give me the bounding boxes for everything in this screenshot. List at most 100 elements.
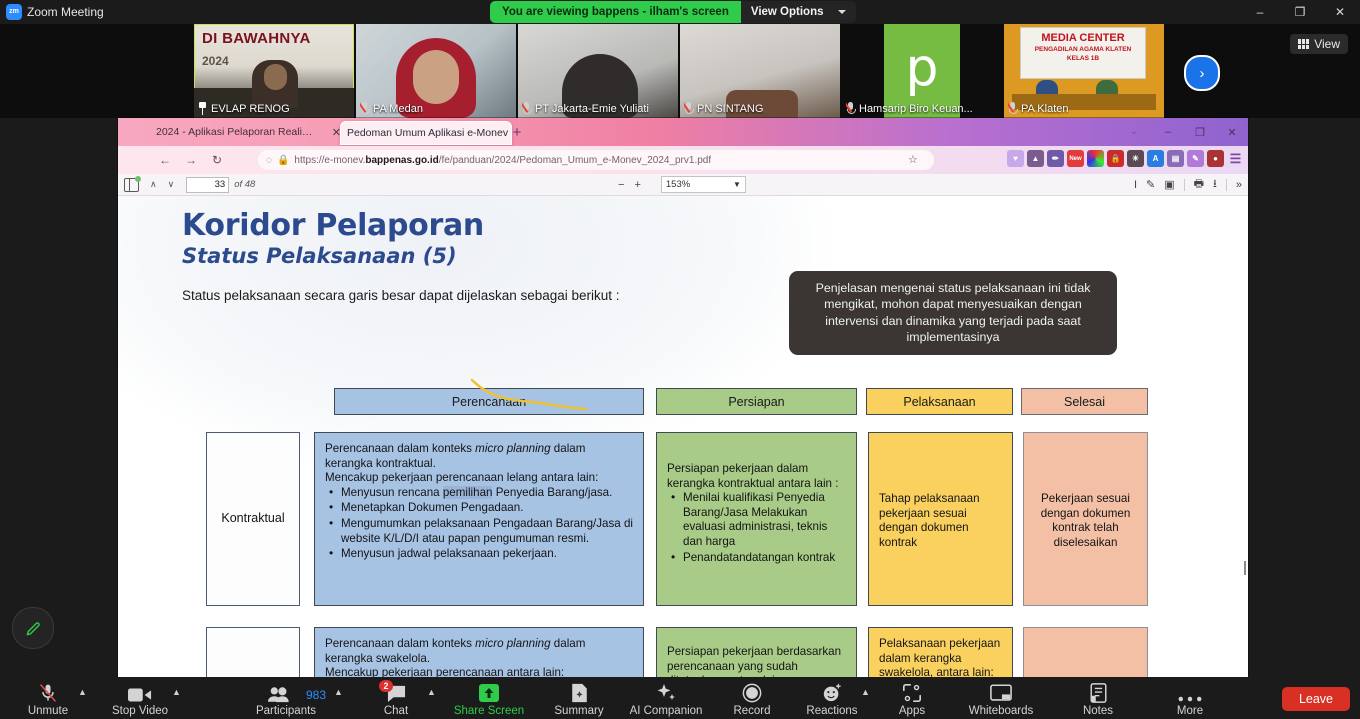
row-label-kontraktual: Kontraktual <box>206 432 300 606</box>
reload-icon[interactable]: ↻ <box>204 153 230 167</box>
annotate-pen-button[interactable] <box>12 607 54 649</box>
star-icon[interactable]: ☆ <box>908 153 918 166</box>
zoom-out-button[interactable]: − <box>618 179 624 191</box>
view-options-label: View Options <box>750 6 824 18</box>
page-total-label: of 48 <box>234 179 256 190</box>
chevron-up-icon[interactable]: ▲ <box>427 687 436 697</box>
back-icon[interactable]: ← <box>152 153 178 167</box>
dark-reader-icon[interactable]: ☀ <box>1127 150 1144 167</box>
zoom-maximize-button[interactable]: ❐ <box>1280 0 1320 24</box>
participant-name: PT Jakarta-Emie Yuliati <box>535 102 649 115</box>
ublock-icon[interactable]: ● <box>1207 150 1224 167</box>
page-number-input[interactable]: 33 <box>186 176 230 193</box>
cell-kontraktual-persiapan: Persiapan pekerjaan dalam kerangka kontr… <box>656 432 857 606</box>
sidebar-toggle-icon[interactable] <box>124 175 141 192</box>
toolbar-more-button[interactable]: More <box>1150 683 1230 717</box>
new-tab-button[interactable]: + <box>508 124 526 142</box>
save-icon[interactable]: ⭳ <box>1213 175 1217 194</box>
toolbar-notes-button[interactable]: Notes <box>1058 683 1138 717</box>
color-wheel-icon[interactable] <box>1087 150 1104 167</box>
browser-tab-active[interactable]: Pedoman Umum Aplikasi e-Monev ✕ <box>340 121 512 145</box>
video-tile[interactable]: PA Medan <box>356 24 516 118</box>
share-arrow-up-icon <box>478 683 500 703</box>
toolbar-label: Record <box>733 705 771 717</box>
video-camera-icon <box>128 683 152 703</box>
mic-muted-icon <box>360 102 370 115</box>
chevron-up-icon[interactable]: ▲ <box>78 687 87 697</box>
video-tile[interactable]: p Hamsarip Biro Keuan... <box>842 24 1002 118</box>
text-select-icon[interactable]: I <box>1134 179 1137 191</box>
video-tile[interactable]: PT Jakarta-Emie Yuliati <box>518 24 678 118</box>
pocket-icon[interactable]: ♥ <box>1007 150 1024 167</box>
browser-minimize-button[interactable]: – <box>1152 126 1184 138</box>
toolbar-apps-button[interactable]: Apps <box>872 683 952 717</box>
toolbar-share-screen-button[interactable]: Share Screen <box>449 683 529 717</box>
shield-icon[interactable]: ◌ <box>266 155 272 166</box>
cell-kontraktual-pelaksanaan: Tahap pelaksanaan pekerjaan sesuai denga… <box>868 432 1013 606</box>
cell-intro: Perencanaan dalam konteks micro planning… <box>325 637 586 665</box>
zoom-minimize-button[interactable]: – <box>1240 0 1280 24</box>
view-button-label: View <box>1314 37 1340 51</box>
zoom-close-button[interactable]: ✕ <box>1320 0 1360 24</box>
view-options-button[interactable]: View Options <box>740 1 856 23</box>
toolbar-reactions-button[interactable]: Reactions <box>792 683 872 717</box>
page-title: Koridor Pelaporan <box>182 208 484 243</box>
tab-title: 2024 - Aplikasi Pelaporan Reali… <box>156 126 313 138</box>
toolbar-participants-button[interactable]: 983 Participants <box>246 683 326 717</box>
next-page-icon[interactable]: ∨ <box>168 179 175 190</box>
address-bar[interactable]: ◌ 🔒 https://e-monev.bappenas.go.id/fe/pa… <box>258 150 934 170</box>
participant-name: PN SINTANG <box>697 102 764 115</box>
toolbar-label: More <box>1176 705 1204 717</box>
video-tile[interactable]: MEDIA CENTER PENGADILAN AGAMA KLATEN KEL… <box>1004 24 1164 118</box>
toolbar-whiteboards-button[interactable]: Whiteboards <box>961 683 1041 717</box>
record-circle-icon <box>742 683 762 703</box>
toolbar-stop-video-button[interactable]: Stop Video <box>100 683 180 717</box>
video-tile[interactable]: DI BAWAHNYA 2024 EVLAP RENOG <box>194 24 354 118</box>
browser-close-button[interactable]: ✕ <box>1216 126 1248 139</box>
crop-icon[interactable]: ▤ <box>1167 150 1184 167</box>
list-item: Mengumumkan pelaksanaan Pengadaan Barang… <box>329 516 633 546</box>
cell-swakelola-pelaksanaan: Pelaksanaan pekerjaan dalam kerangka swa… <box>868 627 1013 677</box>
next-page-arrow-icon[interactable]: › <box>1184 55 1220 91</box>
zoom-in-button[interactable]: + <box>634 179 640 191</box>
toolbar-label: Reactions <box>806 705 858 717</box>
translate-icon[interactable]: A <box>1147 150 1164 167</box>
bitwarden-icon[interactable]: 🔒 <box>1107 150 1124 167</box>
document-sparkle-icon <box>571 683 588 703</box>
toolbar-summary-button[interactable]: Summary <box>539 683 619 717</box>
chevron-down-icon[interactable]: ⌄ <box>1130 126 1138 137</box>
print-icon[interactable]: 🖶 <box>1194 175 1204 194</box>
participant-name: PA Medan <box>373 102 423 115</box>
previous-page-icon[interactable]: ∧ <box>150 179 157 190</box>
video-tile[interactable]: PN SINTANG <box>680 24 840 118</box>
chevron-up-icon[interactable]: ▲ <box>861 687 870 697</box>
grammar-icon[interactable]: ✎ <box>1187 150 1204 167</box>
image-icon[interactable]: ▣ <box>1164 178 1174 191</box>
shield-icon[interactable]: ▲ <box>1027 150 1044 167</box>
highlight-icon[interactable]: ✎ <box>1146 178 1155 191</box>
pen-icon <box>26 621 40 635</box>
eyedropper-icon[interactable]: ✏ <box>1047 150 1064 167</box>
more-tools-icon[interactable]: » <box>1236 179 1242 191</box>
chevron-up-icon[interactable]: ▲ <box>172 687 181 697</box>
toolbar-unmute-button[interactable]: Unmute <box>8 683 88 717</box>
news-icon[interactable]: New <box>1067 150 1084 167</box>
screen-share-banner: You are viewing bappens - ilham's screen… <box>490 1 856 23</box>
mic-muted-icon <box>846 102 856 115</box>
chevron-up-icon[interactable]: ▲ <box>334 687 343 697</box>
toolbar-chat-button[interactable]: 2 Chat <box>356 680 436 717</box>
leave-meeting-button[interactable]: Leave <box>1281 687 1350 711</box>
menu-icon[interactable]: ☰ <box>1227 150 1244 167</box>
forward-icon[interactable]: → <box>178 153 204 167</box>
zoom-window-title: Zoom Meeting <box>27 5 104 19</box>
notes-icon <box>1090 683 1107 703</box>
ellipsis-icon <box>1178 683 1202 703</box>
browser-maximize-button[interactable]: ❐ <box>1184 126 1216 139</box>
tab-title: Pedoman Umum Aplikasi e-Monev <box>347 127 509 139</box>
toolbar-ai-companion-button[interactable]: AI Companion <box>626 683 706 717</box>
toolbar-record-button[interactable]: Record <box>712 683 792 717</box>
zoom-level-select[interactable]: 153% ▼ <box>660 176 746 193</box>
view-layout-button[interactable]: View <box>1290 34 1348 54</box>
sparkle-icon <box>655 683 677 703</box>
browser-tab-inactive[interactable]: 2024 - Aplikasi Pelaporan Reali… ✕ <box>150 121 347 143</box>
